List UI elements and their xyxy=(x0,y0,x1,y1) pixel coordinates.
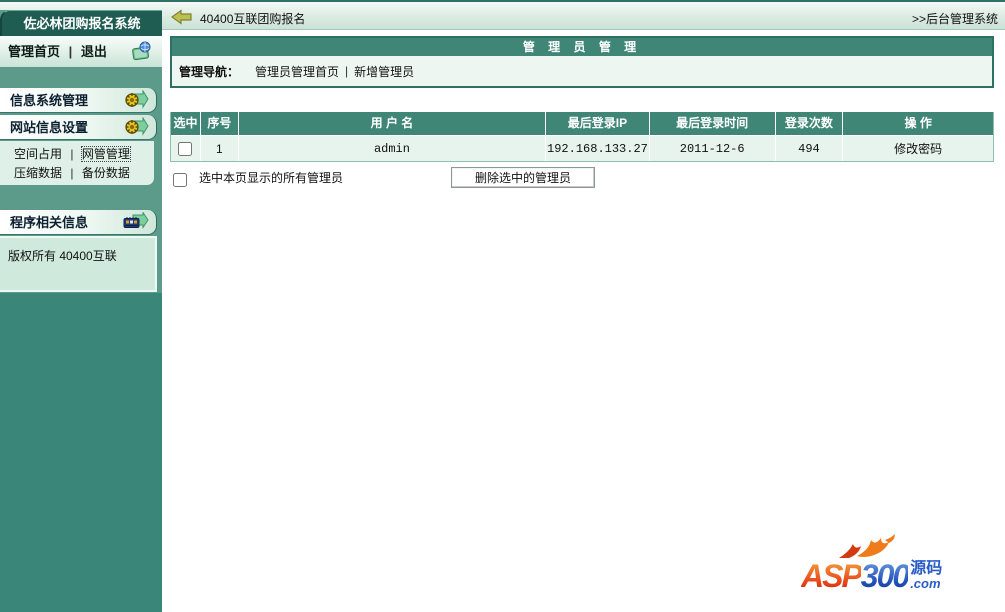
film-arrow-icon xyxy=(123,212,149,230)
row-username: admin xyxy=(239,136,547,161)
system-title: 佐必林团购报名系统 xyxy=(0,10,162,36)
admin-nav-row: 管理导航： 管理员管理首页 | 新增管理员 xyxy=(172,56,992,86)
row-action-cell: 修改密码 xyxy=(843,136,993,161)
submenu-row: 压缩数据 | 备份数据 xyxy=(14,164,154,183)
admin-page: 40400互联团购报名 >>后台管理系统 佐必林团购报名系统 管理首页 | 退出… xyxy=(0,0,1005,612)
col-last-login: 最后登录时间 xyxy=(650,112,776,135)
watermark-text: ASP 300 源码 .com xyxy=(801,560,942,592)
menu-webadmin-manage[interactable]: 网管管理 xyxy=(80,146,131,162)
page-title: 40400互联团购报名 xyxy=(200,12,306,26)
logout-link[interactable]: 退出 xyxy=(81,44,107,59)
submenu-row: 空间占用 | 网管管理 xyxy=(14,145,154,164)
divider: | xyxy=(68,44,73,59)
copyright-text: 版权所有 40400互联 xyxy=(8,249,117,263)
col-index: 序号 xyxy=(201,112,239,135)
row-last-ip: 192.168.133.27 xyxy=(546,136,650,161)
watermark-300: 300 xyxy=(860,558,910,594)
row-last-login: 2011-12-6 16:53:41 xyxy=(650,136,776,161)
sidebar: 佐必林团购报名系统 管理首页 | 退出 信息系统管理 网站信息设置 空间占用 |… xyxy=(0,10,162,612)
gear-arrow-icon xyxy=(125,90,149,109)
col-last-ip: 最后登录IP xyxy=(546,112,650,135)
asp300-watermark: ASP 300 源码 .com xyxy=(801,534,991,604)
nav-admin-home-link[interactable]: 管理员管理首页 xyxy=(255,63,339,80)
divider: | xyxy=(345,64,349,78)
section-label: 程序相关信息 xyxy=(10,215,89,230)
sidebar-submenu: 空间占用 | 网管管理 压缩数据 | 备份数据 xyxy=(0,141,154,185)
nav-label: 管理导航： xyxy=(179,64,240,79)
admin-manage-title: 管 理 员 管 理 xyxy=(172,38,992,56)
col-select: 选中 xyxy=(171,112,201,135)
col-username: 用 户 名 xyxy=(239,112,547,135)
watermark-yuanma: 源码 xyxy=(910,560,943,577)
row-login-count: 494 xyxy=(776,136,844,161)
sidebar-section-info-system[interactable]: 信息系统管理 xyxy=(0,88,157,113)
divider: | xyxy=(70,166,74,180)
delete-selected-button[interactable]: 删除选中的管理员 xyxy=(451,166,596,188)
admin-table: 选中 序号 用 户 名 最后登录IP 最后登录时间 登录次数 操 作 1 adm… xyxy=(170,112,994,162)
table-header-row: 选中 序号 用 户 名 最后登录IP 最后登录时间 登录次数 操 作 xyxy=(171,112,993,135)
backend-system-link[interactable]: >>后台管理系统 xyxy=(912,10,998,27)
row-index: 1 xyxy=(201,136,239,161)
bulk-action-row: 选中本页显示的所有管理员 删除选中的管理员 xyxy=(170,165,994,189)
table-row: 1 admin 192.168.133.27 2011-12-6 16:53:4… xyxy=(171,135,993,162)
menu-space-usage[interactable]: 空间占用 xyxy=(14,147,62,161)
admin-manage-box: 管 理 员 管 理 管理导航： 管理员管理首页 | 新增管理员 xyxy=(170,36,994,88)
book-globe-icon xyxy=(132,41,151,61)
back-arrow-icon[interactable] xyxy=(171,9,193,25)
menu-compress-data[interactable]: 压缩数据 xyxy=(14,166,62,180)
gear-arrow-icon xyxy=(125,117,149,136)
sidebar-section-program-info[interactable]: 程序相关信息 xyxy=(0,210,157,235)
change-password-link[interactable]: 修改密码 xyxy=(894,142,942,156)
divider: | xyxy=(70,147,74,161)
sidebar-home-row: 管理首页 | 退出 xyxy=(0,36,162,67)
col-login-count: 登录次数 xyxy=(776,112,844,135)
watermark-asp: ASP xyxy=(801,558,863,594)
sidebar-section-site-settings[interactable]: 网站信息设置 xyxy=(0,115,157,140)
copyright-panel: 版权所有 40400互联 xyxy=(0,236,157,292)
menu-backup-data[interactable]: 备份数据 xyxy=(82,166,130,180)
row-checkbox[interactable] xyxy=(178,142,193,156)
col-action: 操 作 xyxy=(904,116,932,130)
section-label: 信息系统管理 xyxy=(10,93,89,108)
select-all-label: 选中本页显示的所有管理员 xyxy=(199,170,344,185)
row-select-cell xyxy=(171,136,201,161)
home-link[interactable]: 管理首页 xyxy=(8,44,60,59)
section-label: 网站信息设置 xyxy=(10,120,89,135)
watermark-com: .com xyxy=(910,576,941,591)
nav-add-admin-link[interactable]: 新增管理员 xyxy=(354,63,414,80)
select-all-checkbox[interactable] xyxy=(173,173,187,187)
